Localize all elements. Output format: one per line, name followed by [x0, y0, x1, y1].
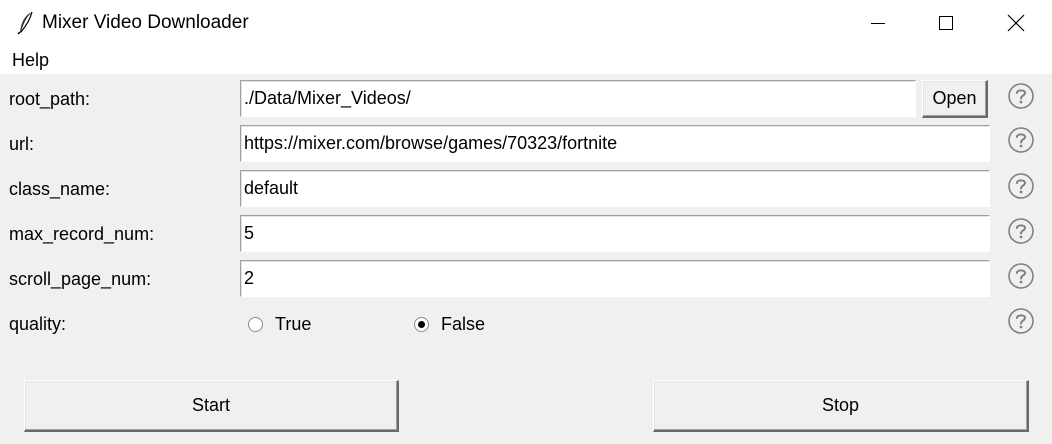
question-icon [1008, 308, 1034, 334]
help-icon[interactable] [1007, 172, 1035, 200]
class-name-input[interactable] [240, 170, 990, 207]
scroll-page-num-input[interactable] [240, 260, 990, 297]
question-icon [1008, 218, 1034, 244]
window-title: Mixer Video Downloader [42, 12, 249, 33]
help-icon[interactable] [1007, 126, 1035, 154]
question-icon [1008, 173, 1034, 199]
root-path-label: root_path: [9, 89, 91, 109]
question-icon [1008, 83, 1034, 109]
class-name-label: class_name: [9, 179, 111, 199]
question-icon [1008, 127, 1034, 153]
close-button[interactable] [981, 0, 1051, 46]
minimize-button[interactable] [843, 0, 913, 46]
question-icon [1008, 263, 1034, 289]
minimize-icon [871, 23, 885, 24]
quality-radio-false[interactable]: False [414, 313, 485, 335]
maximize-icon [939, 16, 953, 30]
radio-true-circle[interactable] [248, 316, 263, 332]
title-bar: Mixer Video Downloader [0, 0, 1052, 46]
open-button[interactable]: Open [922, 80, 988, 118]
scroll-page-num-label: scroll_page_num: [9, 269, 152, 289]
help-icon[interactable] [1007, 262, 1035, 290]
quality-radio-true[interactable]: True [248, 313, 311, 335]
root-path-input[interactable] [240, 80, 916, 117]
url-input[interactable] [240, 125, 990, 162]
help-icon[interactable] [1007, 82, 1035, 110]
help-icon[interactable] [1007, 307, 1035, 335]
menu-help[interactable]: Help [4, 50, 57, 71]
url-label: url: [9, 134, 35, 154]
stop-button[interactable]: Stop [653, 380, 1029, 432]
app-window: Mixer Video Downloader Help root_path: O… [0, 0, 1052, 444]
feather-icon [17, 11, 33, 35]
max-record-num-input[interactable] [240, 215, 990, 252]
start-button[interactable]: Start [24, 380, 399, 432]
close-icon [1007, 14, 1025, 32]
radio-false-label: False [441, 313, 486, 334]
radio-true-label: True [275, 313, 312, 334]
max-record-num-label: max_record_num: [9, 224, 155, 244]
maximize-button[interactable] [911, 0, 981, 46]
menu-bar: Help [0, 46, 1052, 74]
quality-label: quality: [9, 314, 67, 334]
radio-false-circle[interactable] [414, 316, 429, 332]
help-icon[interactable] [1007, 217, 1035, 245]
